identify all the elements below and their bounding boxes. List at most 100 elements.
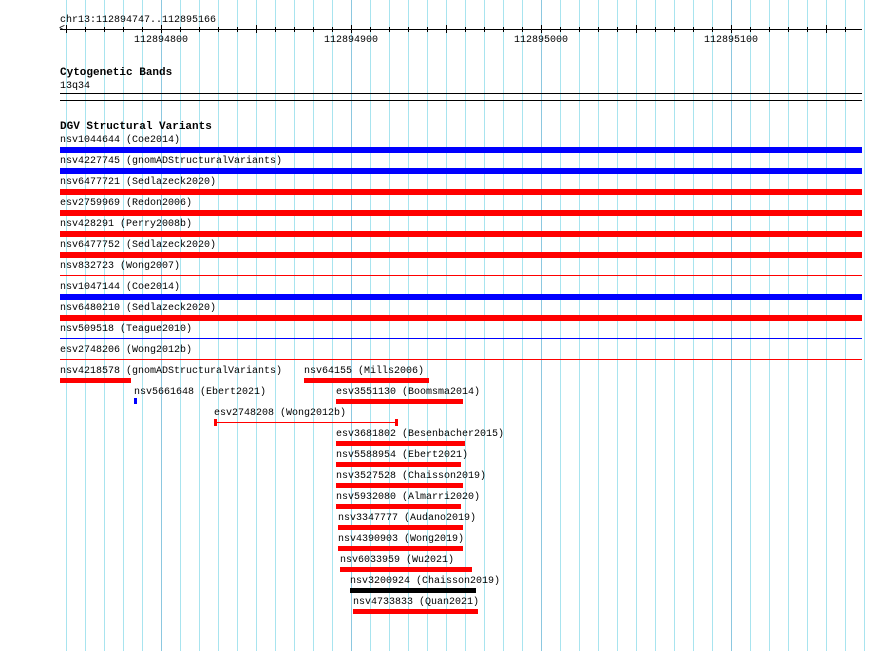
- genome-browser-panel: chr13:112894747..112895166 < 112894800 1…: [0, 0, 890, 651]
- feature-bar[interactable]: [60, 252, 862, 258]
- feature-label[interactable]: esv2748206 (Wong2012b): [60, 345, 192, 356]
- ruler-tick: [123, 27, 124, 32]
- scroll-left-arrow-icon[interactable]: <: [59, 24, 65, 35]
- grid-line: [807, 0, 808, 651]
- grid-line: [465, 0, 466, 651]
- feature-label[interactable]: nsv6033959 (Wu2021): [340, 555, 454, 566]
- feature-label[interactable]: nsv4218578 (gnomADStructuralVariants): [60, 366, 282, 377]
- grid-line: [522, 0, 523, 651]
- ruler-tick: [503, 27, 504, 32]
- tick-label: 112894800: [134, 35, 189, 46]
- grid-line: [655, 0, 656, 651]
- feature-label[interactable]: esv3551130 (Boomsma2014): [336, 387, 480, 398]
- feature-label[interactable]: nsv3527528 (Chaisson2019): [336, 471, 486, 482]
- feature-bar[interactable]: [338, 546, 463, 551]
- feature-label[interactable]: nsv1047144 (Coe2014): [60, 282, 180, 293]
- feature-label[interactable]: nsv64155 (Mills2006): [304, 366, 424, 377]
- ruler-tick: [731, 25, 732, 33]
- ruler-tick: [788, 27, 789, 32]
- feature-bar[interactable]: [336, 441, 465, 446]
- grid-line: [826, 0, 827, 651]
- feature-label[interactable]: esv2748208 (Wong2012b): [214, 408, 346, 419]
- feature-label[interactable]: esv2759969 (Redon2006): [60, 198, 192, 209]
- feature-bar[interactable]: [304, 378, 429, 383]
- feature-label[interactable]: nsv1044644 (Coe2014): [60, 135, 180, 146]
- ruler-tick: [370, 27, 371, 32]
- feature-bar[interactable]: [60, 147, 862, 153]
- feature-bar[interactable]: [336, 462, 461, 467]
- grid-line: [370, 0, 371, 651]
- feature-label[interactable]: nsv4733833 (Quan2021): [353, 597, 479, 608]
- feature-label[interactable]: nsv5661648 (Ebert2021): [134, 387, 266, 398]
- grid-line: [351, 0, 352, 651]
- ruler-tick: [541, 25, 542, 33]
- feature-label[interactable]: nsv832723 (Wong2007): [60, 261, 180, 272]
- grid-line: [199, 0, 200, 651]
- cytoband-label[interactable]: 13q34: [60, 81, 90, 92]
- feature-bar[interactable]: [60, 315, 862, 321]
- feature-bar[interactable]: [60, 189, 862, 195]
- ruler-tick: [180, 27, 181, 32]
- ruler-tick: [237, 27, 238, 32]
- feature-bar[interactable]: [60, 210, 862, 216]
- feature-bar[interactable]: [353, 609, 478, 614]
- feature-bar[interactable]: [60, 338, 862, 339]
- ruler-tick: [389, 27, 390, 32]
- ruler-tick: [712, 27, 713, 32]
- feature-bar[interactable]: [336, 504, 461, 509]
- ruler-tick: [617, 27, 618, 32]
- feature-bar[interactable]: [214, 422, 398, 423]
- feature-bar[interactable]: [60, 378, 131, 383]
- feature-label[interactable]: esv3681802 (Besenbacher2015): [336, 429, 504, 440]
- feature-bar[interactable]: [60, 168, 862, 174]
- ruler-tick: [674, 27, 675, 32]
- feature-bar[interactable]: [134, 398, 137, 404]
- feature-bar[interactable]: [60, 294, 862, 300]
- grid-line: [674, 0, 675, 651]
- grid-line: [560, 0, 561, 651]
- feature-endcap: [395, 419, 398, 426]
- grid-line: [598, 0, 599, 651]
- ruler-tick: [693, 27, 694, 32]
- feature-bar[interactable]: [60, 231, 862, 237]
- ruler-tick: [845, 27, 846, 32]
- grid-line: [256, 0, 257, 651]
- track-divider: [60, 100, 862, 101]
- grid-line: [503, 0, 504, 651]
- grid-line: [389, 0, 390, 651]
- feature-bar[interactable]: [350, 588, 476, 593]
- feature-bar[interactable]: [340, 567, 472, 572]
- feature-bar[interactable]: [60, 359, 862, 360]
- ruler-tick: [256, 25, 257, 33]
- feature-label[interactable]: nsv5932080 (Almarri2020): [336, 492, 480, 503]
- feature-label[interactable]: nsv509518 (Teague2010): [60, 324, 192, 335]
- feature-bar[interactable]: [60, 275, 862, 276]
- feature-label[interactable]: nsv5588954 (Ebert2021): [336, 450, 468, 461]
- feature-label[interactable]: nsv3200924 (Chaisson2019): [350, 576, 500, 587]
- grid-line: [218, 0, 219, 651]
- cytoband-line: [60, 93, 862, 94]
- ruler-tick: [218, 27, 219, 32]
- grid-line: [275, 0, 276, 651]
- feature-bar[interactable]: [338, 525, 463, 530]
- ruler-tick: [522, 27, 523, 32]
- feature-bar[interactable]: [336, 399, 463, 404]
- grid-line: [294, 0, 295, 651]
- ruler-tick: [636, 25, 637, 33]
- ruler-tick: [199, 27, 200, 32]
- feature-label[interactable]: nsv6477752 (Sedlazeck2020): [60, 240, 216, 251]
- grid-line: [332, 0, 333, 651]
- feature-label[interactable]: nsv4390903 (Wong2019): [338, 534, 464, 545]
- feature-label[interactable]: nsv4227745 (gnomADStructuralVariants): [60, 156, 282, 167]
- feature-label[interactable]: nsv6477721 (Sedlazeck2020): [60, 177, 216, 188]
- grid-line: [712, 0, 713, 651]
- ruler-tick: [826, 25, 827, 33]
- grid-line: [579, 0, 580, 651]
- feature-label[interactable]: nsv3347777 (Audano2019): [338, 513, 476, 524]
- feature-label[interactable]: nsv428291 (Perry2008b): [60, 219, 192, 230]
- tick-label: 112894900: [324, 35, 379, 46]
- feature-label[interactable]: nsv6480210 (Sedlazeck2020): [60, 303, 216, 314]
- ruler-tick: [104, 27, 105, 32]
- ruler-tick: [769, 27, 770, 32]
- feature-bar[interactable]: [336, 483, 463, 488]
